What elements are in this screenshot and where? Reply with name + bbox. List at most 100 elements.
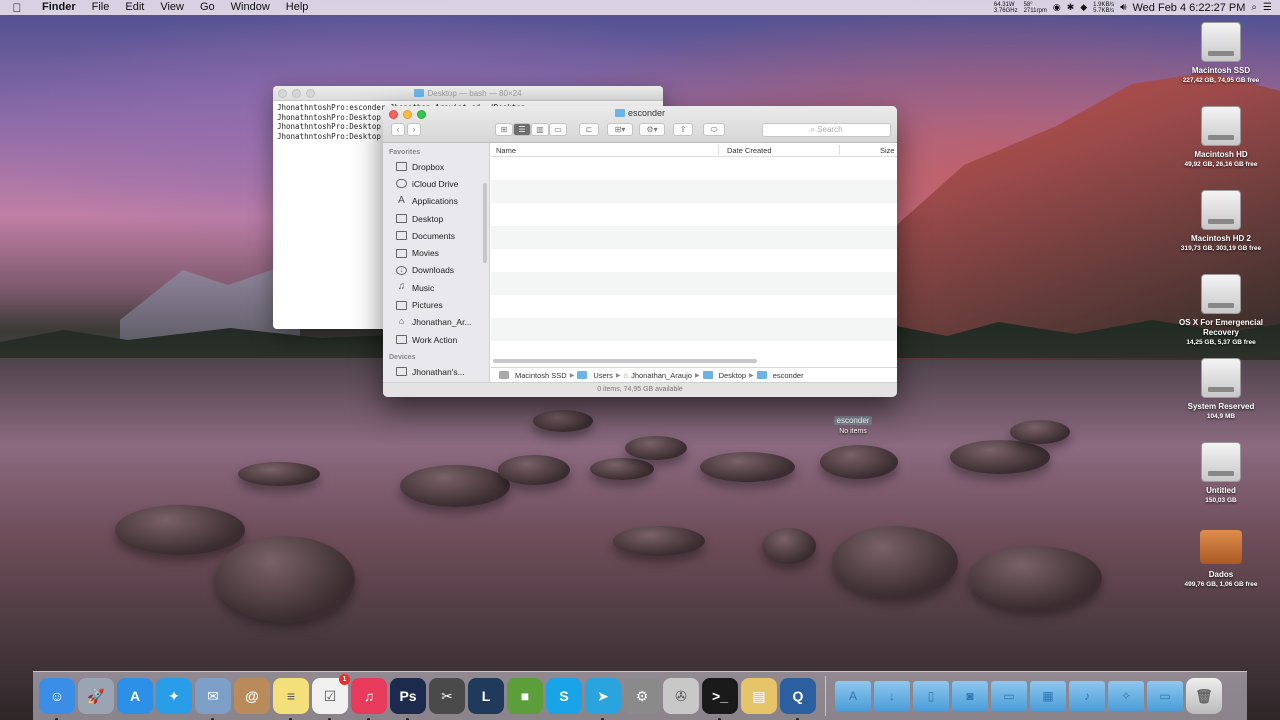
desktop-disk-system-reserved[interactable]: System Reserved 104,9 MB (1166, 358, 1276, 421)
column-divider[interactable] (718, 145, 719, 155)
tags-button[interactable]: ⬭ (703, 123, 725, 136)
cover-flow-button[interactable]: ▭ (549, 123, 567, 136)
arrange-button[interactable]: ⊞▾ (607, 123, 633, 136)
zoom-button[interactable] (306, 89, 315, 98)
sidebar-item-movies[interactable]: Movies (383, 244, 489, 261)
column-divider[interactable] (839, 145, 840, 155)
desktop-disk-recovery[interactable]: OS X For Emergencial Recovery 14,25 GB, … (1166, 274, 1276, 347)
path-item[interactable]: Jhonathan_Araujo (631, 371, 692, 380)
menu-go[interactable]: Go (192, 0, 223, 15)
path-item[interactable]: Macintosh SSD (515, 371, 567, 380)
path-item[interactable]: Desktop (719, 371, 747, 380)
sidebar-item-downloads[interactable]: ↓ Downloads (383, 262, 489, 279)
power-stat[interactable]: 64.31W 3.76GHz (994, 2, 1018, 14)
search-input[interactable]: ⌕ Search (762, 123, 891, 137)
minecraft-icon[interactable]: ■ (507, 678, 543, 714)
desktop-disk-macintosh-ssd[interactable]: Macintosh SSD 227,42 GB, 74,95 GB free (1166, 22, 1276, 85)
sidebar-item-home[interactable]: ⌂ Jhonathan_Ar... (383, 314, 489, 331)
finder-window[interactable]: esconder ‹ › ⊞ ☰ ▥ ▭ ⊏ ⊞▾ ⚙▾ ⇪ ⬭ ⌕ Searc… (383, 106, 897, 397)
finder-content[interactable]: Name Date Created Size Macintosh SSD ▶ U… (491, 143, 897, 397)
music-folder-icon[interactable]: ♪ (1069, 681, 1105, 711)
volume-icon[interactable]: 🔊︎ (1120, 2, 1126, 13)
utilities-folder-icon[interactable]: ✧ (1108, 681, 1144, 711)
sidebar-item-work-action[interactable]: Work Action (383, 331, 489, 348)
dropbox-icon[interactable]: ◆ (1080, 2, 1087, 13)
column-header-size[interactable]: Size (880, 146, 895, 155)
sidebar-item-music[interactable]: ♫ Music (383, 279, 489, 296)
notification-center-icon[interactable]: ☰ (1263, 2, 1272, 13)
clock[interactable]: Wed Feb 4 6:22:27 PM (1133, 2, 1246, 14)
column-view-button[interactable]: ▥ (531, 123, 549, 136)
apple-menu-icon[interactable]:  (0, 1, 34, 15)
sidebar-scrollbar[interactable] (483, 183, 487, 263)
folder-info: No items (839, 428, 867, 435)
reminders-icon[interactable]: ☑ 1 (312, 674, 350, 720)
share-button[interactable]: ⇪ (673, 123, 693, 136)
sidebar-item-documents[interactable]: Documents (383, 227, 489, 244)
movies-folder-icon[interactable]: ▦ (1030, 681, 1066, 711)
record-icon[interactable]: ◉ (1053, 2, 1061, 13)
menu-finder[interactable]: Finder (34, 0, 84, 15)
sidebar-item-computer[interactable]: Jhonathan's... (383, 363, 489, 380)
final-cut-icon[interactable]: ✂ (429, 678, 465, 714)
preview-icon[interactable]: ▤ (741, 678, 777, 714)
desktop-disk-macintosh-hd-2[interactable]: Macintosh HD 2 319,73 GB, 303,19 GB free (1166, 190, 1276, 253)
downloads-folder-icon[interactable]: ↓ (874, 681, 910, 711)
temperature-stat[interactable]: 58° 2711rpm (1024, 2, 1047, 14)
skype-icon[interactable]: S (546, 678, 582, 714)
path-item[interactable]: esconder (773, 371, 804, 380)
menu-view[interactable]: View (152, 0, 192, 15)
desktop-disk-untitled[interactable]: Untitled 150,03 GB (1166, 442, 1276, 505)
horizontal-scrollbar[interactable] (493, 359, 757, 363)
desktop-folder-icon[interactable]: ▭ (991, 681, 1027, 711)
documents-folder-icon[interactable]: ▯ (913, 681, 949, 711)
minimize-button[interactable] (292, 89, 301, 98)
itunes-icon[interactable]: ♫ (351, 678, 387, 720)
desktop-disk-macintosh-hd[interactable]: Macintosh HD 49,92 GB, 26,16 GB free (1166, 106, 1276, 169)
trash-icon[interactable]: 🗑︎ (1186, 678, 1222, 714)
league-of-legends-icon[interactable]: L (468, 678, 504, 714)
notes-icon[interactable]: ≡ (273, 678, 309, 720)
action-gear-button[interactable]: ⚙▾ (639, 123, 665, 136)
column-header-name[interactable]: Name (496, 146, 516, 155)
sidebar-item-dropbox[interactable]: Dropbox (383, 158, 489, 175)
column-header-date-created[interactable]: Date Created (727, 146, 772, 155)
utility-icon[interactable]: ✇ (663, 678, 699, 714)
app-store-icon[interactable]: A (117, 678, 153, 714)
launchpad-icon[interactable]: 🚀 (78, 678, 114, 714)
new-folder-button[interactable]: ⊏ (579, 123, 599, 136)
path-item[interactable]: Users (593, 371, 613, 380)
pictures-folder-icon[interactable]: ◙ (952, 681, 988, 711)
icon-view-button[interactable]: ⊞ (495, 123, 513, 136)
back-button[interactable]: ‹ (391, 123, 405, 136)
system-preferences-icon[interactable]: ⚙ (624, 678, 660, 714)
desktop-folder-esconder[interactable]: esconder No items (828, 398, 878, 435)
telegram-icon[interactable]: ➤ (585, 678, 621, 720)
safari-icon[interactable]: ✦ (156, 678, 192, 714)
network-stat[interactable]: 1.9KB/s 5.7KB/s (1093, 2, 1114, 14)
finder-icon[interactable]: ☺ (39, 678, 75, 720)
spotlight-icon[interactable]: ⌕ (1251, 2, 1257, 13)
contacts-icon[interactable]: @ (234, 678, 270, 714)
photoshop-icon[interactable]: Ps (390, 678, 426, 720)
bluetooth-icon[interactable]: ✱ (1067, 2, 1075, 13)
close-button[interactable] (278, 89, 287, 98)
menu-help[interactable]: Help (278, 0, 317, 15)
applications-folder-icon[interactable]: A (835, 681, 871, 711)
terminal-titlebar[interactable]: Desktop — bash — 80×24 (273, 86, 663, 101)
forward-button[interactable]: › (407, 123, 421, 136)
stack-folder-icon[interactable]: ▭ (1147, 681, 1183, 711)
sidebar-item-icloud-drive[interactable]: iCloud Drive (383, 175, 489, 192)
mail-icon[interactable]: ✉ (195, 678, 231, 720)
file-list[interactable] (491, 157, 897, 341)
list-view-button[interactable]: ☰ (513, 123, 531, 136)
menu-file[interactable]: File (84, 0, 118, 15)
quicktime-icon[interactable]: Q (780, 678, 816, 720)
menu-window[interactable]: Window (223, 0, 278, 15)
terminal-icon[interactable]: >_ (702, 678, 738, 720)
desktop-disk-dados[interactable]: Dados 499,76 GB, 1,06 GB free (1166, 526, 1276, 589)
sidebar-item-pictures[interactable]: Pictures (383, 296, 489, 313)
menu-edit[interactable]: Edit (117, 0, 152, 15)
sidebar-item-applications[interactable]: A Applications (383, 193, 489, 210)
sidebar-item-desktop[interactable]: Desktop (383, 210, 489, 227)
